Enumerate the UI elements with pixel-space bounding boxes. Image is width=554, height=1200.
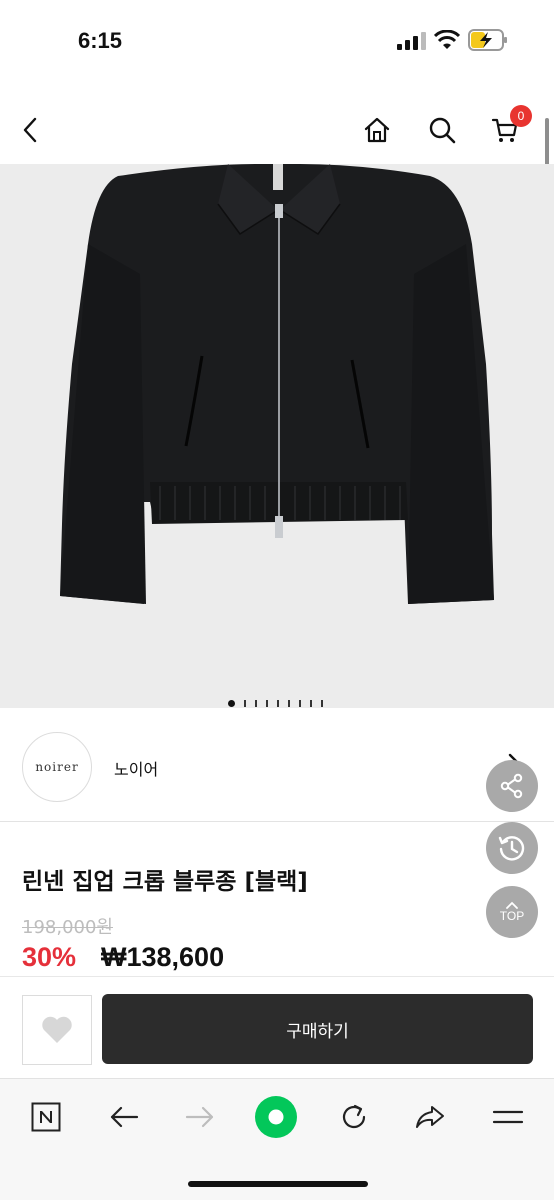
- battery-charging-icon: [468, 29, 507, 51]
- pagination-dot-active[interactable]: [228, 699, 235, 707]
- signal-icon: [397, 32, 426, 50]
- home-indicator: [188, 1181, 368, 1187]
- browser-forward-button[interactable]: [182, 1099, 218, 1135]
- naver-green-button[interactable]: [254, 1095, 298, 1139]
- status-bar: 6:15: [0, 0, 554, 84]
- pagination-dot[interactable]: [255, 699, 257, 707]
- home-icon: [364, 117, 390, 143]
- buy-button[interactable]: 구매하기: [102, 994, 533, 1064]
- gallery-pagination: [228, 699, 323, 707]
- product-title: 린넨 집업 크롭 블루종 [블랙]: [22, 869, 308, 895]
- pagination-dot[interactable]: [288, 699, 290, 707]
- cart-count-badge: 0: [510, 105, 532, 127]
- chevron-left-icon: [23, 117, 37, 143]
- reload-button[interactable]: [336, 1099, 372, 1135]
- sale-price: ₩138,600: [101, 942, 225, 972]
- browser-back-button[interactable]: [106, 1099, 142, 1135]
- brand-row[interactable]: noirer 노이어: [0, 712, 554, 822]
- jacket-image: [60, 164, 494, 604]
- status-time: 6:15: [78, 28, 123, 53]
- naver-home-button[interactable]: [28, 1099, 64, 1135]
- share-arrow-icon: [416, 1106, 444, 1128]
- pagination-dot[interactable]: [299, 699, 301, 707]
- original-price: 198,000원: [22, 917, 113, 938]
- recent-history-button[interactable]: [486, 822, 538, 874]
- search-button[interactable]: [424, 112, 460, 148]
- naver-n-icon: [31, 1102, 61, 1132]
- chevron-up-icon: [506, 901, 518, 909]
- browser-share-button[interactable]: [412, 1099, 448, 1135]
- pagination-dot[interactable]: [266, 699, 268, 707]
- reload-icon: [342, 1104, 366, 1129]
- green-dot-icon: [255, 1096, 297, 1138]
- scroll-top-label: TOP: [499, 909, 525, 923]
- brand-logo: noirer: [22, 732, 92, 802]
- brand-name: 노이어: [114, 760, 159, 779]
- share-icon: [500, 773, 523, 799]
- menu-icon: [492, 1110, 524, 1124]
- pagination-dot[interactable]: [321, 699, 323, 707]
- pagination-dot[interactable]: [244, 699, 246, 707]
- pagination-dot[interactable]: [277, 699, 279, 707]
- share-button[interactable]: [486, 760, 538, 812]
- discount-rate: 30%: [22, 942, 77, 972]
- product-image[interactable]: [0, 164, 554, 708]
- back-arrow-icon: [110, 1106, 139, 1128]
- scroll-top-button[interactable]: TOP: [486, 886, 538, 938]
- home-button[interactable]: [359, 112, 395, 148]
- wishlist-button[interactable]: [22, 995, 92, 1065]
- back-button[interactable]: [12, 112, 48, 148]
- pagination-dot[interactable]: [310, 699, 312, 707]
- browser-menu-button[interactable]: [490, 1099, 526, 1135]
- history-icon: [498, 836, 525, 861]
- app-header: [0, 100, 554, 164]
- divider: [0, 976, 554, 977]
- wifi-icon: [434, 30, 460, 49]
- forward-arrow-icon: [185, 1106, 214, 1128]
- search-icon: [429, 117, 456, 144]
- heart-icon: [42, 1016, 72, 1043]
